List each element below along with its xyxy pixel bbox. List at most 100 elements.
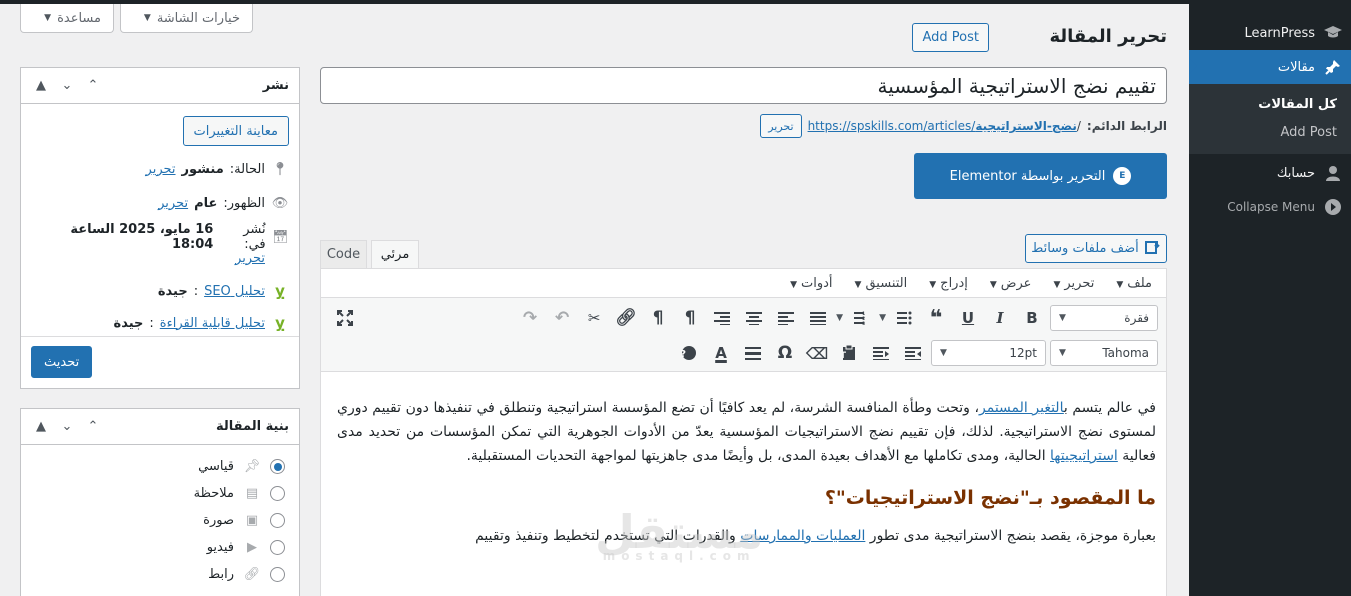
pin-icon	[1323, 57, 1343, 77]
edit-date-link[interactable]: تحرير	[235, 251, 265, 266]
align-left-icon[interactable]	[772, 304, 800, 332]
underline-icon[interactable]: U	[954, 304, 982, 332]
format-option-link[interactable]: 🔗︎ رابط	[21, 561, 295, 588]
format-option-video[interactable]: ▶ فيديو	[21, 534, 295, 561]
publish-box-title: نشر	[262, 78, 289, 93]
radio-video[interactable]	[270, 540, 285, 555]
update-button[interactable]: تحديث	[31, 346, 93, 378]
align-right-icon[interactable]	[708, 304, 736, 332]
menu-format[interactable]: التنسيق▼	[855, 276, 908, 291]
italic-icon[interactable]: I	[986, 304, 1014, 332]
publish-box: نشر ▲ ⌄ ⌃ معاينة التغييرات 📍︎ الحالة: من…	[20, 67, 300, 389]
format-option-standard[interactable]: 📌︎ قياسي	[21, 453, 295, 480]
link-icon[interactable]: 🔗︎	[612, 304, 640, 332]
collapse-menu-button[interactable]: Collapse Menu	[1189, 190, 1351, 224]
move-up-icon[interactable]: ▲	[31, 419, 51, 434]
tab-code[interactable]: Code	[320, 240, 367, 269]
menu-view[interactable]: عرض▼	[990, 276, 1032, 291]
paste-text-icon[interactable]: T	[835, 339, 863, 367]
format-option-image[interactable]: ▣ صورة	[21, 507, 295, 534]
caret-down-icon[interactable]: ▼	[879, 313, 886, 323]
indent-icon[interactable]	[899, 339, 927, 367]
special-character-icon[interactable]: Ω	[771, 339, 799, 367]
add-media-button[interactable]: أضف ملفات وسائط	[1025, 234, 1167, 263]
add-post-button[interactable]: Add Post	[912, 23, 989, 52]
elementor-edit-button[interactable]: E التحرير بواسطة Elementor	[914, 153, 1167, 199]
permalink-label: الرابط الدائم:	[1086, 119, 1167, 133]
horizontal-line-icon[interactable]	[739, 339, 767, 367]
screen-options-button[interactable]: خيارات الشاشة ▼	[120, 4, 253, 33]
menu-item-learnpress[interactable]: LearnPress	[1189, 16, 1351, 50]
font-family-select[interactable]: Tahoma ▼	[1050, 340, 1158, 366]
note-icon: ▤	[245, 486, 259, 501]
chevron-up-icon[interactable]: ⌃	[83, 78, 103, 93]
edit-visibility-link[interactable]: تحرير	[158, 196, 188, 211]
menu-current-arrow	[1189, 58, 1197, 74]
help-label: مساعدة	[57, 10, 101, 26]
menu-label: حسابك	[1276, 165, 1315, 181]
graduation-cap-icon	[1323, 23, 1343, 43]
format-option-aside[interactable]: ▤ ملاحظة	[21, 480, 295, 507]
radio-image[interactable]	[270, 513, 285, 528]
menu-tools[interactable]: أدوات▼	[790, 276, 832, 291]
menu-label: Collapse Menu	[1227, 200, 1315, 214]
help-button[interactable]: مساعدة ▼	[20, 4, 114, 33]
permalink-base-link[interactable]: https://spskills.com/articles/	[808, 119, 976, 133]
rtl-direction-icon[interactable]: ¶	[644, 304, 672, 332]
chevron-down-icon[interactable]: ⌄	[57, 78, 77, 93]
align-justify-icon[interactable]	[804, 304, 832, 332]
undo-icon[interactable]: ↶	[548, 304, 576, 332]
elementor-label: التحرير بواسطة Elementor	[949, 168, 1106, 184]
preview-changes-button[interactable]: معاينة التغييرات	[182, 116, 289, 146]
post-title-input[interactable]: تقييم نضج الاستراتيجية المؤسسية	[320, 67, 1167, 104]
edit-status-link[interactable]: تحرير	[146, 162, 176, 177]
tab-visual[interactable]: مرئي	[371, 240, 419, 269]
elementor-icon: E	[1113, 167, 1132, 185]
menu-item-account[interactable]: حسابك	[1189, 156, 1351, 190]
eye-icon: 👁︎	[271, 195, 289, 211]
menu-item-posts[interactable]: مقالات	[1189, 50, 1351, 84]
fullscreen-icon[interactable]	[331, 304, 359, 332]
caret-down-icon[interactable]: ▼	[836, 313, 843, 323]
font-size-select[interactable]: 12pt ▼	[931, 340, 1046, 366]
submenu-all-posts[interactable]: كل المقالات	[1189, 90, 1351, 118]
watermark-logo: مستقل mostaql.com	[595, 505, 764, 563]
menu-insert[interactable]: إدراج▼	[929, 276, 968, 291]
numbered-list-icon[interactable]: 123	[847, 304, 875, 332]
menu-label: LearnPress	[1244, 25, 1315, 41]
chevron-down-icon[interactable]: ⌄	[57, 419, 77, 434]
clear-formatting-icon[interactable]: ⌫	[803, 339, 831, 367]
chevron-up-icon[interactable]: ⌃	[83, 419, 103, 434]
screen-options-label: خيارات الشاشة	[156, 10, 240, 26]
menu-edit[interactable]: تحرير▼	[1053, 276, 1094, 291]
help-icon[interactable]: ?	[675, 339, 703, 367]
format-select[interactable]: فقرة ▼	[1050, 305, 1158, 331]
outdent-icon[interactable]	[867, 339, 895, 367]
redo-icon[interactable]: ↷	[516, 304, 544, 332]
blockquote-icon[interactable]: ❝	[922, 304, 950, 332]
align-center-icon[interactable]	[740, 304, 768, 332]
inline-link[interactable]: التغير المستمر	[979, 400, 1064, 416]
radio-link[interactable]	[270, 567, 285, 582]
bold-icon[interactable]: B	[1018, 304, 1046, 332]
text-color-icon[interactable]: A	[707, 339, 735, 367]
radio-standard[interactable]	[270, 459, 285, 474]
ltr-direction-icon[interactable]: ¶	[676, 304, 704, 332]
permalink-slug-link[interactable]: نضج-الاستراتيجية	[975, 119, 1077, 133]
publish-box-header: نشر ▲ ⌄ ⌃	[21, 68, 299, 104]
bullet-list-icon[interactable]	[890, 304, 918, 332]
move-up-icon[interactable]: ▲	[31, 78, 51, 93]
readability-row: ỵ تحليل قابلية القراءة: جيدة	[21, 312, 299, 334]
admin-menu: LearnPress مقالات كل المقالات Add Post ح…	[1189, 4, 1351, 596]
unlink-icon[interactable]: ✂	[580, 304, 608, 332]
permalink: الرابط الدائم: https://spskills.com/arti…	[760, 114, 1167, 138]
menu-file[interactable]: ملف▼	[1116, 276, 1152, 291]
seo-analysis-link[interactable]: تحليل SEO	[204, 284, 265, 299]
readability-analysis-link[interactable]: تحليل قابلية القراءة	[160, 316, 265, 331]
add-media-label: أضف ملفات وسائط	[1031, 241, 1139, 256]
radio-aside[interactable]	[270, 486, 285, 501]
submenu-add-post[interactable]: Add Post	[1189, 118, 1351, 146]
permalink-edit-button[interactable]: تحرير	[760, 114, 802, 138]
inline-link[interactable]: استراتيجيتها	[1050, 448, 1118, 464]
pin-icon: 📌︎	[243, 459, 261, 474]
